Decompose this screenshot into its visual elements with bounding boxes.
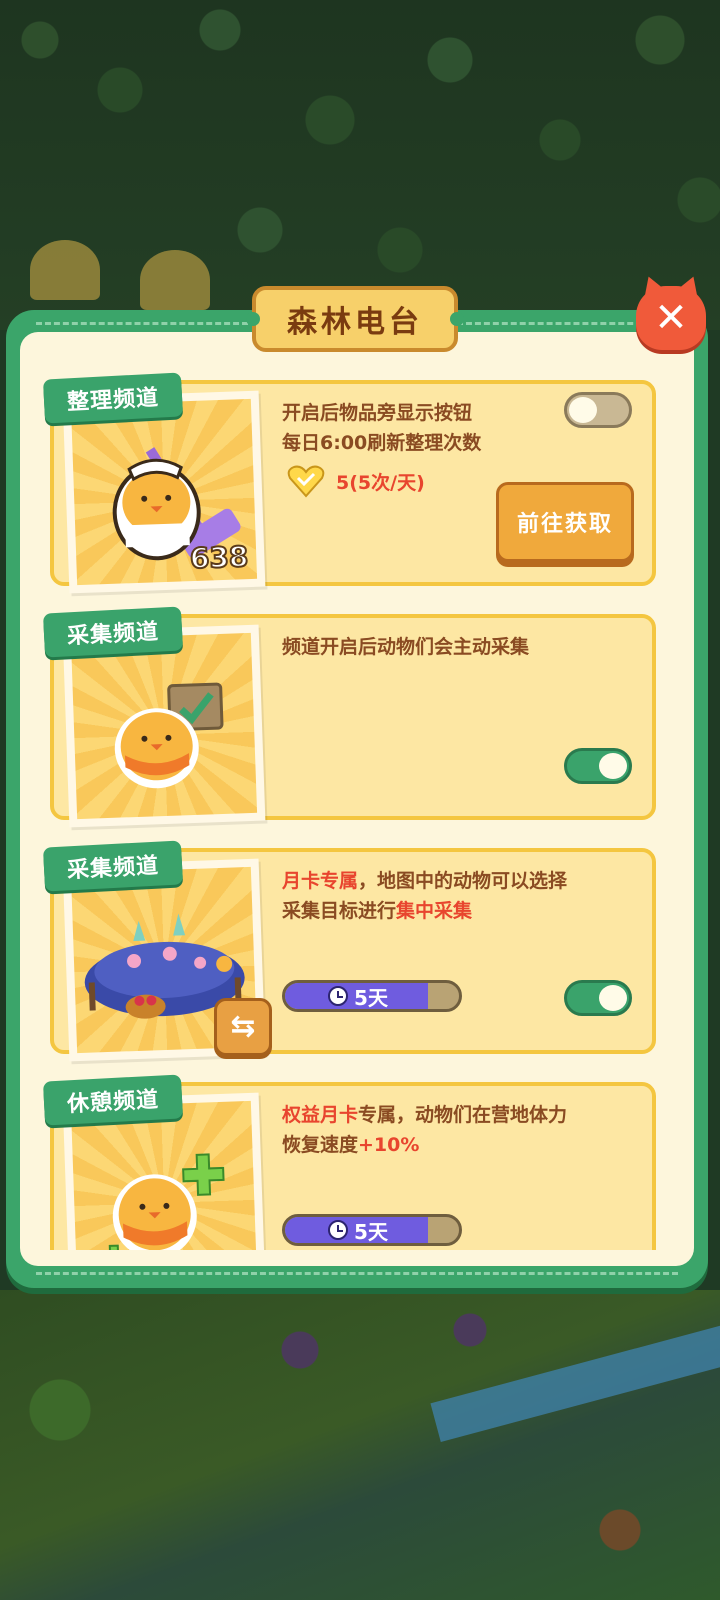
go-get-button-label: 前往获取 (516, 512, 613, 537)
channel-card-gather: 采集频道 频道开启后动物们会主动采集 (42, 606, 656, 828)
forest-scenery (0, 0, 720, 330)
close-button[interactable]: ✕ (636, 286, 706, 350)
tab-label-text: 采集频道 (66, 619, 160, 650)
highlight-text: 权益月卡 (282, 1104, 359, 1126)
channel-card-gather-monthly: 采集频道 ⇆ 月卡专属，地图中的动物可以选择 采集目标进行集中采集 5天 (42, 840, 656, 1062)
description-line: 恢复速度+10% (282, 1130, 652, 1160)
camp-ground-scenery (0, 1290, 720, 1600)
description-line: 月卡专属，地图中的动物可以选择 (282, 866, 652, 896)
panel-title-plate: 森林电台 (246, 286, 464, 352)
card-clip: 休憩频道 权益月卡专属，动物们在营地体力 恢复速度+10% 5天 (20, 1060, 700, 1250)
toggle-knob (599, 753, 627, 779)
channel-description: 月卡专属，地图中的动物可以选择 采集目标进行集中采集 (282, 866, 652, 926)
timer-text: 5天 (354, 985, 388, 1010)
description-line: 采集目标进行集中采集 (282, 896, 652, 926)
description-line: 权益月卡专属，动物们在营地体力 (282, 1100, 652, 1130)
highlight-text: 集中采集 (396, 900, 473, 922)
clock-icon (328, 1220, 349, 1240)
tab-gather-channel: 采集频道 (42, 840, 184, 892)
organize-toggle[interactable] (564, 392, 632, 428)
go-get-button[interactable]: 前往获取 (496, 482, 634, 562)
tab-label-text: 采集频道 (66, 853, 160, 884)
channel-card-rest: 休憩频道 权益月卡专属，动物们在营地体力 恢复速度+10% 5天 (42, 1074, 656, 1250)
timer-bar: 5天 (282, 1214, 462, 1246)
swap-button[interactable]: ⇆ (214, 998, 272, 1056)
description-text: 恢复速度 (282, 1134, 359, 1156)
tab-gather-channel: 采集频道 (42, 606, 184, 658)
description-text: 采集目标进行 (282, 900, 397, 922)
heart-shield-icon (286, 464, 326, 498)
rest-chick-icon (99, 1153, 225, 1250)
gather-toggle[interactable] (564, 748, 632, 784)
panel-title: 森林电台 (287, 305, 423, 340)
tab-label-text: 整理频道 (66, 385, 160, 416)
description-line: 每日6:00刷新整理次数 (282, 432, 482, 454)
hut-decoration (30, 240, 100, 300)
channel-description: 频道开启后动物们会主动采集 (282, 632, 652, 662)
panel-divider-bottom (36, 1272, 678, 1275)
description-line: 频道开启后动物们会主动采集 (282, 636, 530, 658)
tab-label-text: 休憩频道 (66, 1087, 160, 1118)
timer-bar: 5天 (282, 980, 462, 1012)
description-text: 专属，动物们在营地体力 (358, 1104, 568, 1126)
timer-text: 5天 (354, 1219, 388, 1244)
description-text: ，地图中的动物可以选择 (358, 870, 568, 892)
swap-arrows-icon: ⇆ (230, 1009, 256, 1044)
channel-description: 权益月卡专属，动物们在营地体力 恢复速度+10% (282, 1100, 652, 1160)
refresh-count-row: 5(5次/天) (286, 464, 425, 498)
hut-decoration (140, 250, 210, 310)
toggle-knob (569, 397, 597, 423)
gather-focus-toggle[interactable] (564, 980, 632, 1016)
highlight-text: 月卡专属 (282, 870, 359, 892)
highlight-text: +10% (358, 1134, 420, 1156)
tab-organize-channel: 整理频道 (42, 372, 184, 424)
toggle-knob (599, 985, 627, 1011)
refresh-count: 5(5次/天) (336, 471, 425, 494)
item-count-badge: 638 (188, 539, 250, 576)
tab-rest-channel: 休憩频道 (42, 1074, 184, 1126)
close-icon: ✕ (654, 295, 688, 341)
clock-icon (328, 986, 349, 1006)
channel-card-organize: 638 整理频道 开启后物品旁显示按钮 每日6:00刷新整理次数 5(5次/天)… (42, 372, 656, 594)
gather-chick-icon (114, 682, 224, 789)
